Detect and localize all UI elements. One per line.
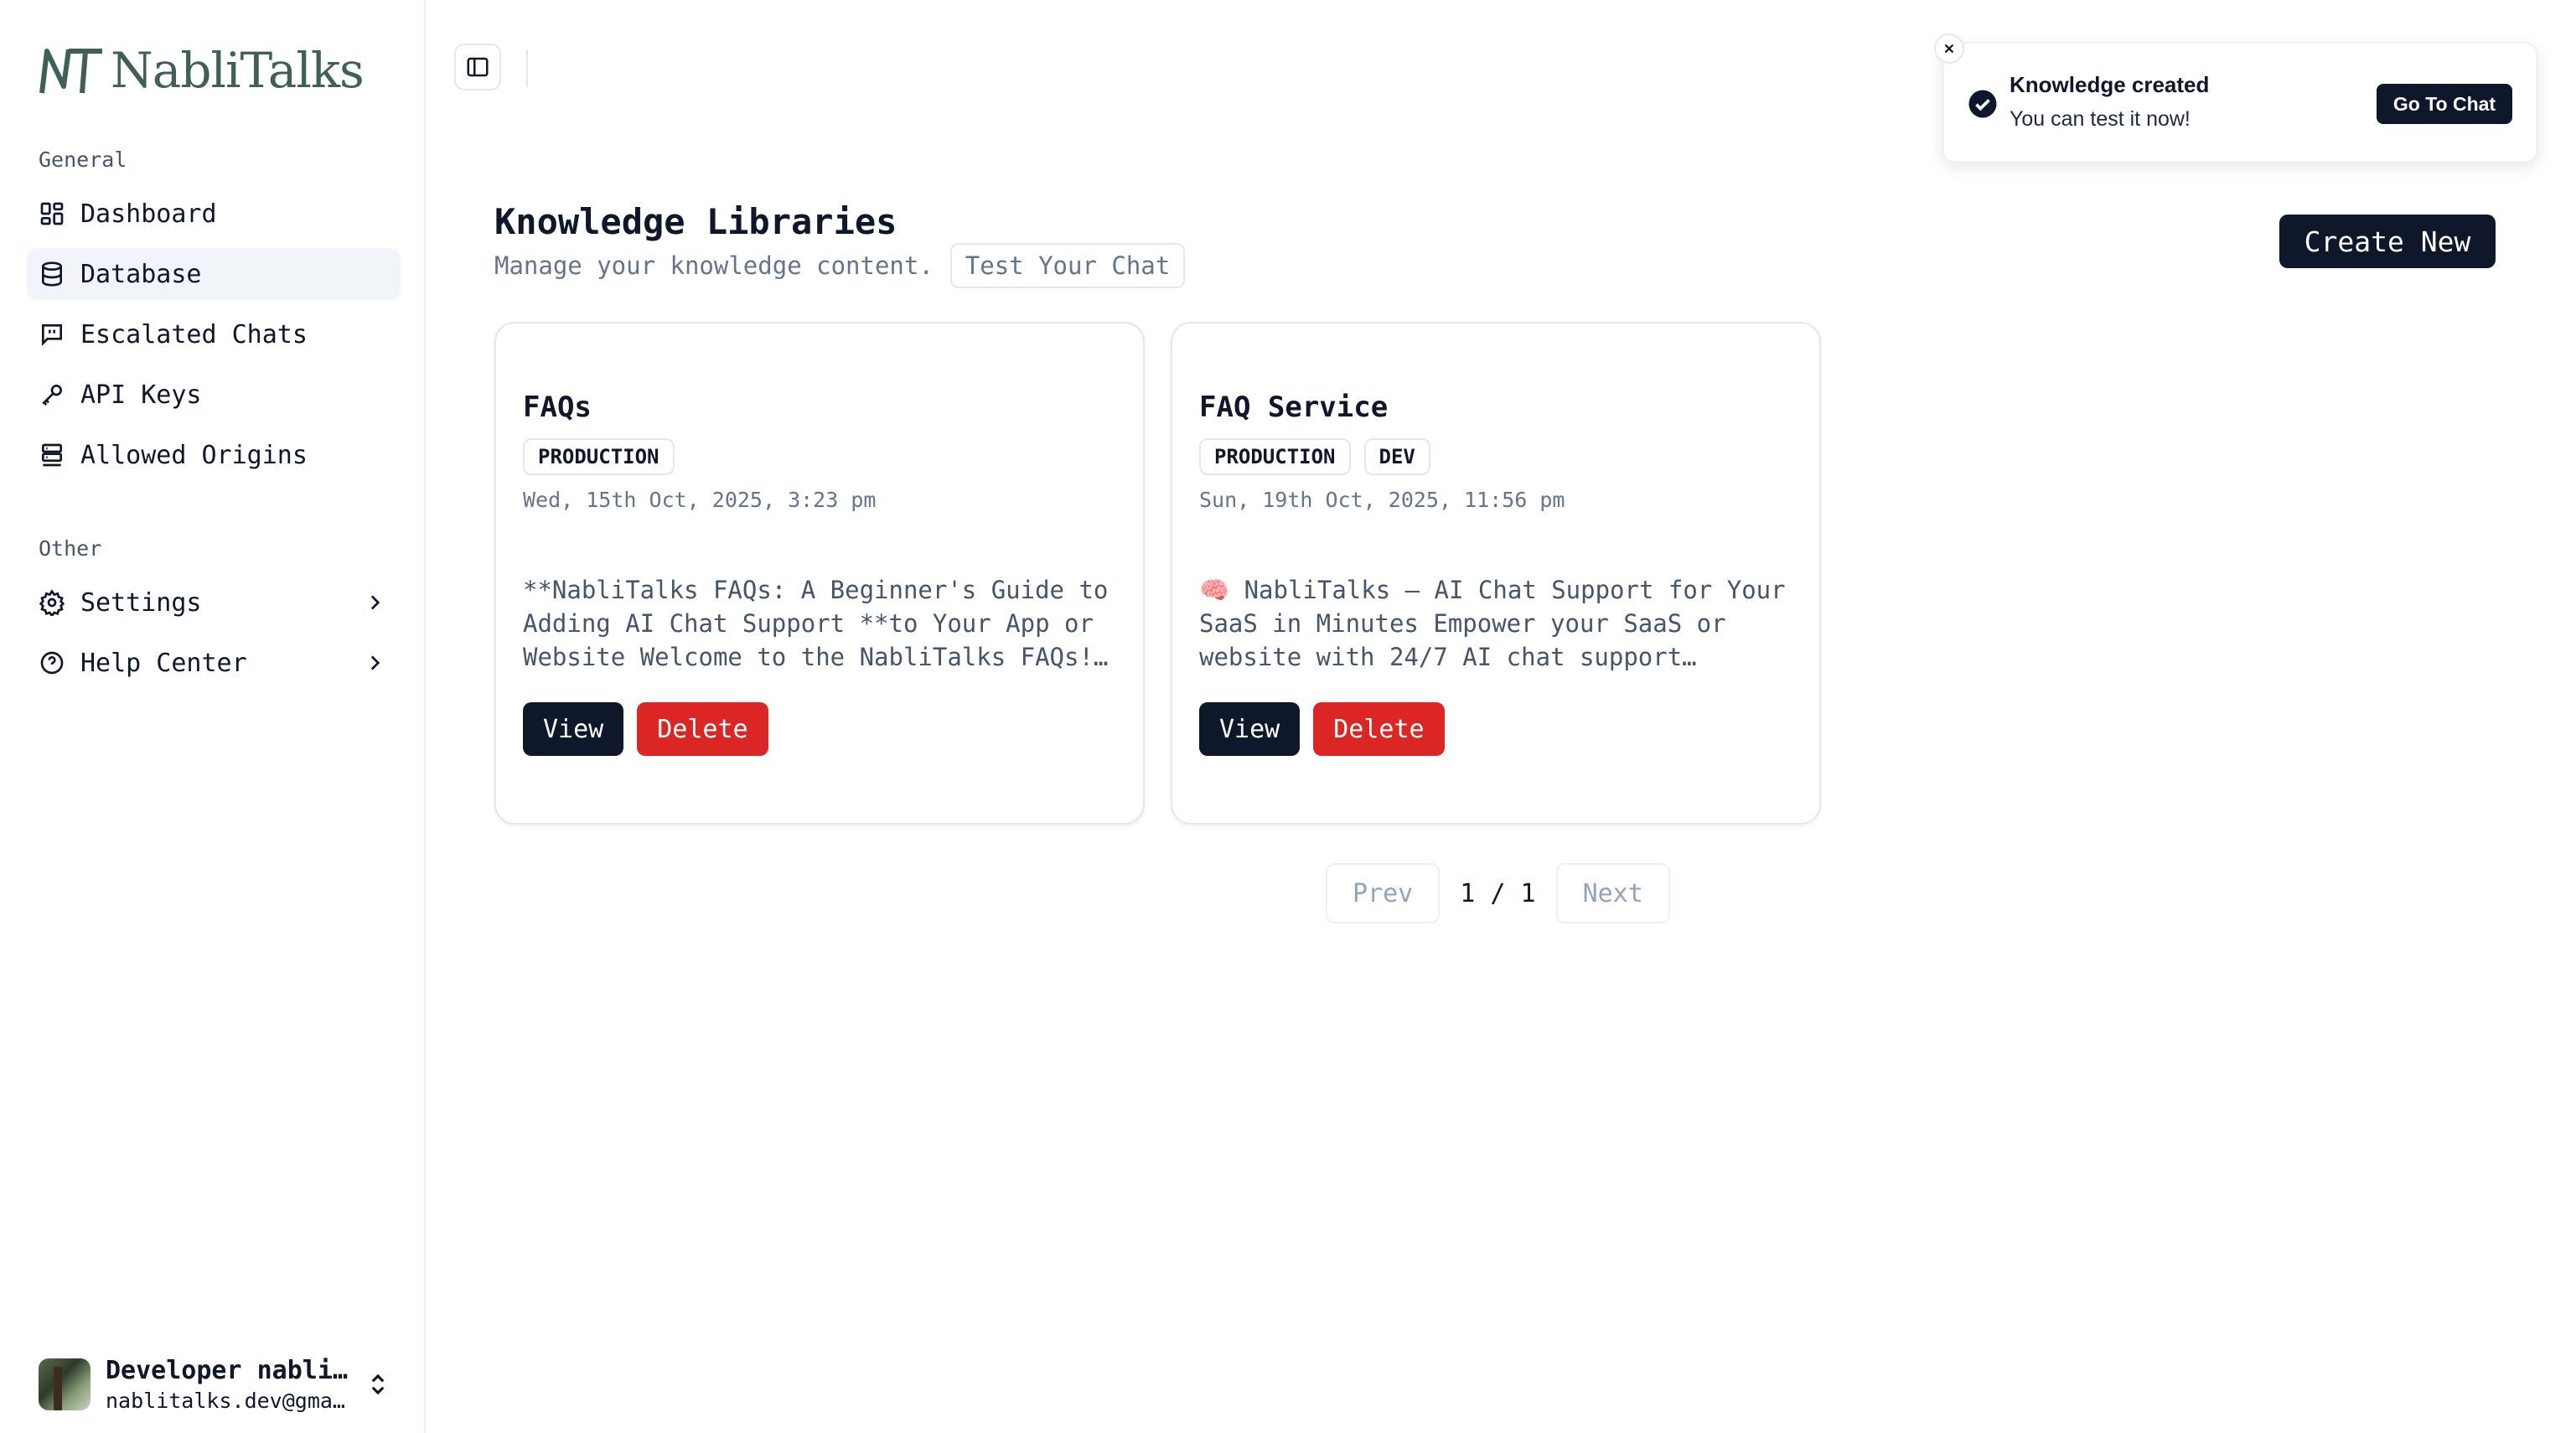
card-title: FAQ Service (1199, 391, 1389, 424)
check-circle-icon (1968, 90, 1997, 118)
sidebar-item-label: Escalated Chats (80, 319, 308, 349)
sidebar-item-escalated-chats[interactable]: Escalated Chats (27, 308, 401, 360)
toast-notification: Knowledge created You can test it now! G… (1934, 34, 2537, 163)
delete-button[interactable]: Delete (1313, 702, 1445, 756)
chevron-right-icon (370, 595, 380, 610)
sidebar-item-label: Database (80, 259, 202, 289)
card-title: FAQs (523, 391, 592, 424)
environment-badge: PRODUCTION (523, 438, 675, 475)
environment-badge: PRODUCTION (1199, 438, 1351, 475)
view-button[interactable]: View (523, 702, 624, 756)
help-icon (40, 651, 64, 675)
toast-close-button[interactable] (1934, 34, 1964, 64)
card-date: Wed, 15th Oct, 2025, 3:23 pm (523, 488, 877, 512)
other-group-label: Other (39, 536, 102, 561)
avatar (39, 1358, 91, 1410)
user-menu[interactable]: Developer nablit… nablitalks.dev@gma… (39, 1356, 391, 1413)
create-new-button[interactable]: Create New (2279, 215, 2496, 268)
knowledge-card: FAQs PRODUCTION Wed, 15th Oct, 2025, 3:2… (494, 322, 1145, 825)
server-icon (42, 443, 62, 467)
delete-button[interactable]: Delete (637, 702, 768, 756)
general-group-label: General (39, 147, 127, 172)
close-icon (1944, 44, 1954, 54)
user-name: Developer nablit… (106, 1356, 349, 1385)
go-to-chat-button[interactable]: Go To Chat (2377, 84, 2512, 124)
app-name: NabliTalks (111, 42, 365, 99)
topbar-divider (526, 50, 528, 87)
sidebar-item-database[interactable]: Database (27, 248, 401, 300)
page-title: Knowledge Libraries (494, 201, 897, 242)
test-your-chat-button[interactable]: Test Your Chat (949, 243, 1186, 288)
key-icon (42, 385, 62, 406)
prev-page-button[interactable]: Prev (1326, 863, 1441, 923)
environment-badge: DEV (1363, 438, 1430, 475)
dashboard-icon (40, 202, 64, 225)
chevron-right-icon (370, 655, 380, 670)
toast-message: You can test it now! (2010, 107, 2191, 131)
card-description: 🧠 NabliTalks — AI Chat Support for Your … (1199, 576, 1786, 671)
sidebar-item-label: Help Center (80, 648, 247, 678)
page-indicator: 1 / 1 (1460, 878, 1536, 908)
sidebar: NabliTalks General Dashboard Database Es… (0, 0, 426, 1433)
sidebar-item-label: Dashboard (80, 199, 217, 229)
sidebar-toggle-button[interactable] (454, 44, 501, 91)
knowledge-card: FAQ Service PRODUCTION DEV Sun, 19th Oct… (1171, 322, 1821, 825)
pagination: Prev 1 / 1 Next (1326, 863, 1670, 923)
app-logo[interactable]: NabliTalks (39, 42, 365, 99)
view-button[interactable]: View (1199, 702, 1301, 756)
page-subtitle: Manage your knowledge content. (494, 251, 934, 280)
toast-title: Knowledge created (2010, 72, 2210, 97)
sidebar-item-label: Settings (80, 587, 202, 618)
card-badges: PRODUCTION (523, 438, 675, 475)
sidebar-item-dashboard[interactable]: Dashboard (27, 188, 401, 240)
page-subtitle-row: Manage your knowledge content. Test Your… (494, 243, 1186, 288)
card-actions: View Delete (523, 702, 768, 756)
user-email: nablitalks.dev@gma… (106, 1389, 345, 1413)
sidebar-item-help-center[interactable]: Help Center (27, 637, 401, 689)
chat-icon (42, 324, 62, 346)
card-badges: PRODUCTION DEV (1199, 438, 1430, 475)
database-icon (42, 261, 62, 287)
panel-left-icon (467, 57, 489, 77)
sidebar-item-label: API Keys (80, 380, 202, 410)
logo-mark-icon (39, 49, 102, 94)
card-actions: View Delete (1199, 702, 1445, 756)
card-date: Sun, 19th Oct, 2025, 11:56 pm (1199, 488, 1565, 512)
gear-icon (39, 589, 65, 616)
sidebar-item-settings[interactable]: Settings (27, 577, 401, 629)
sidebar-item-allowed-origins[interactable]: Allowed Origins (27, 429, 401, 481)
next-page-button[interactable]: Next (1555, 863, 1670, 923)
sidebar-item-api-keys[interactable]: API Keys (27, 369, 401, 421)
sidebar-item-label: Allowed Origins (80, 440, 308, 470)
chevrons-up-down-icon (371, 1374, 385, 1395)
card-description: **NabliTalks FAQs: A Beginner's Guide to… (523, 576, 1109, 671)
